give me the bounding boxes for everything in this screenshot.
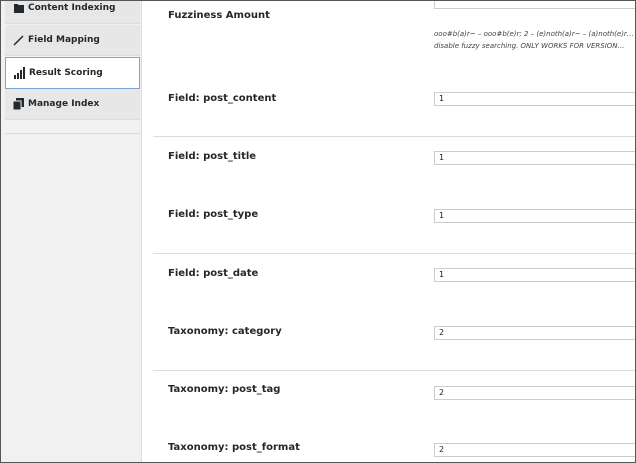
sidebar-item-result-scoring[interactable]: Result Scoring	[5, 57, 140, 89]
fuzziness-input[interactable]	[434, 1, 635, 9]
field-input-post-type[interactable]: 1	[434, 209, 635, 223]
pencil-icon	[13, 34, 25, 46]
field-row-post-format: Taxonomy: post_format 2	[153, 428, 635, 462]
field-row-post-date: Field: post_date 1	[153, 253, 635, 312]
fuzziness-label: Fuzziness Amount	[168, 10, 270, 21]
sidebar-item-field-mapping[interactable]: Field Mapping	[5, 25, 140, 56]
field-label: Field: post_content	[168, 93, 277, 104]
field-label: Taxonomy: category	[168, 326, 282, 337]
sidebar-divider	[5, 133, 140, 134]
folder-icon	[13, 2, 25, 14]
field-input-post-tag[interactable]: 2	[434, 386, 635, 400]
fuzziness-description-line-1: ooo#b(a)r~ – ooo#b(e)r; 2 – (e)noth(a)r~…	[434, 30, 634, 38]
field-label: Field: post_type	[168, 209, 259, 220]
sidebar-item-manage-index[interactable]: Manage Index	[5, 89, 140, 120]
bars-icon	[14, 67, 26, 79]
field-row-post-title: Field: post_title 1	[153, 136, 635, 195]
field-label: Taxonomy: post_format	[168, 442, 300, 453]
field-input-post-format[interactable]: 2	[434, 443, 635, 457]
field-row-post-tag: Taxonomy: post_tag 2	[153, 370, 635, 429]
field-row-post-type: Field: post_type 1	[153, 194, 635, 253]
settings-panel: Fuzziness Amount ooo#b(a)r~ – ooo#b(e)r;…	[153, 1, 635, 462]
field-label: Field: post_title	[168, 151, 257, 162]
field-input-post-title[interactable]: 1	[434, 151, 635, 165]
field-input-category[interactable]: 2	[434, 326, 635, 340]
fuzziness-row: Fuzziness Amount ooo#b(a)r~ – ooo#b(e)r;…	[153, 1, 635, 71]
field-input-post-date[interactable]: 1	[434, 268, 635, 282]
field-row-category: Taxonomy: category 2	[153, 311, 635, 370]
field-row-post-content: Field: post_content 1	[153, 81, 635, 136]
sidebar: Content Indexing Field Mapping Result Sc…	[1, 1, 142, 462]
fuzziness-description-line-2: disable fuzzy searching. ONLY WORKS FOR …	[434, 42, 625, 50]
sidebar-item-label: Manage Index	[28, 99, 100, 109]
sidebar-item-label: Content Indexing	[28, 3, 116, 13]
sidebar-item-content-indexing[interactable]: Content Indexing	[5, 1, 140, 24]
app-frame: Content Indexing Field Mapping Result Sc…	[0, 0, 636, 463]
field-input-post-content[interactable]: 1	[434, 92, 635, 106]
sidebar-item-label: Result Scoring	[29, 68, 103, 78]
field-label: Taxonomy: post_tag	[168, 384, 281, 395]
documents-icon	[12, 98, 25, 111]
sidebar-item-label: Field Mapping	[28, 35, 100, 45]
field-label: Field: post_date	[168, 268, 259, 279]
